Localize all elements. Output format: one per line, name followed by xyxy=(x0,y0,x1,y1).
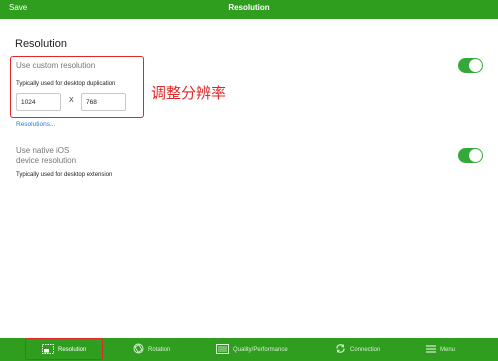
toggle-knob xyxy=(469,59,482,72)
rotation-icon xyxy=(133,343,144,356)
native-resolution-toggle[interactable] xyxy=(458,148,483,163)
dimension-separator: X xyxy=(69,97,74,104)
tab-menu[interactable]: Menu xyxy=(426,338,455,361)
quality-icon xyxy=(216,343,229,356)
section-title: Resolution xyxy=(15,38,67,50)
custom-resolution-subtitle: Typically used for desktop duplication xyxy=(16,81,116,87)
navigation-bar: Save Resolution xyxy=(0,0,498,19)
tab-quality-performance[interactable]: Quality/Performance xyxy=(216,338,288,361)
tab-connection[interactable]: Connection xyxy=(335,338,380,361)
connection-icon xyxy=(335,343,346,356)
page-title: Resolution xyxy=(228,3,270,12)
toggle-knob xyxy=(469,149,482,162)
native-label-line2: device resolution xyxy=(16,156,77,165)
custom-resolution-toggle[interactable] xyxy=(458,58,483,73)
menu-icon xyxy=(426,344,436,355)
custom-resolution-label: Use custom resolution xyxy=(16,61,96,70)
native-resolution-subtitle: Typically used for desktop extension xyxy=(16,172,113,178)
height-input[interactable]: 768 xyxy=(81,93,126,111)
active-tab-highlight-box xyxy=(25,338,103,360)
native-label-line1: Use native iOS xyxy=(16,146,70,155)
tab-label: Connection xyxy=(350,346,381,353)
tab-label: Quality/Performance xyxy=(233,346,288,353)
annotation-text: 调整分辨率 xyxy=(151,84,227,102)
tab-rotation[interactable]: Rotation xyxy=(133,338,170,361)
tab-label: Rotation xyxy=(148,346,171,353)
tab-label: Menu xyxy=(440,346,456,353)
resolutions-link[interactable]: Resolutions... xyxy=(16,121,55,128)
width-input[interactable]: 1024 xyxy=(16,93,61,111)
native-resolution-label: Use native iOS device resolution xyxy=(16,146,76,166)
